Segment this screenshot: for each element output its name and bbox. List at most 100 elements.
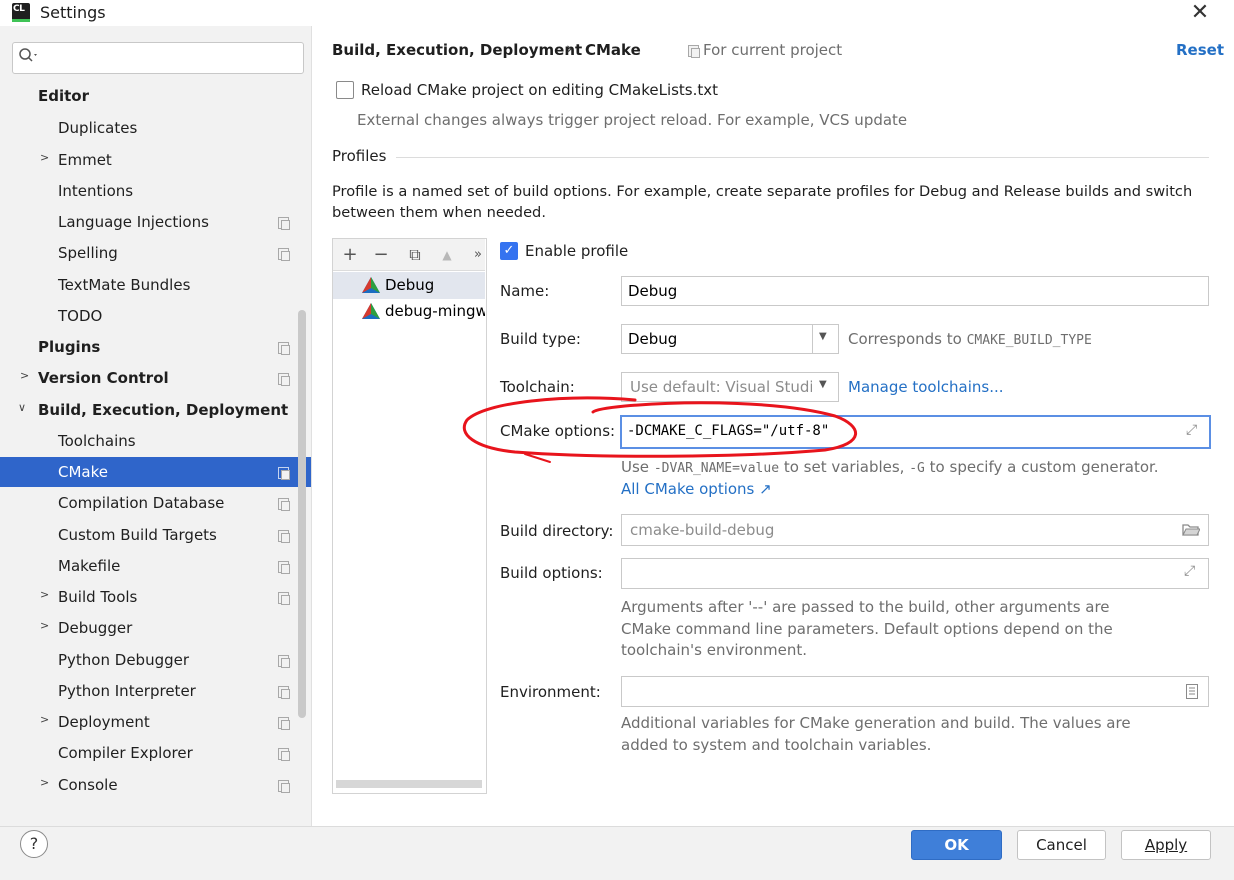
sidebar-item-plugins[interactable]: Plugins bbox=[38, 332, 100, 362]
build-type-label: Build type: bbox=[500, 330, 581, 348]
build-directory-value: cmake-build-debug bbox=[630, 521, 775, 539]
project-scope-icon bbox=[278, 592, 290, 605]
breadcrumb-parent[interactable]: Build, Execution, Deployment bbox=[332, 41, 582, 59]
build-type-hint: Corresponds to CMAKE_BUILD_TYPE bbox=[848, 330, 1092, 348]
dropdown-divider bbox=[812, 325, 813, 353]
sidebar-item-spelling[interactable]: Spelling bbox=[58, 238, 118, 268]
sidebar-item-python-debugger[interactable]: Python Debugger bbox=[58, 645, 189, 675]
move-up-icon: ▲ bbox=[442, 248, 452, 262]
all-cmake-options-link[interactable]: All CMake options ↗ bbox=[621, 480, 772, 498]
reload-cmake-checkbox[interactable] bbox=[336, 81, 354, 99]
profiles-description-line1: Profile is a named set of build options.… bbox=[332, 183, 1193, 200]
environment-field[interactable] bbox=[621, 676, 1209, 707]
more-actions-icon[interactable]: » bbox=[466, 243, 490, 267]
chevron-right-icon[interactable]: > bbox=[20, 369, 29, 382]
expand-icon[interactable]: ⤢ bbox=[1186, 422, 1197, 438]
project-scope-icon bbox=[278, 248, 290, 261]
project-scope-icon bbox=[278, 530, 290, 543]
sidebar-scrollbar[interactable] bbox=[298, 310, 306, 718]
copy-profile-icon[interactable]: ⧉ bbox=[403, 243, 427, 267]
profile-list-item[interactable]: Debug bbox=[333, 272, 485, 299]
build-type-value: Debug bbox=[628, 330, 678, 348]
chevron-down-icon[interactable]: ▼ bbox=[819, 379, 827, 390]
profiles-section-title: Profiles bbox=[332, 147, 387, 165]
project-scope-icon bbox=[278, 342, 290, 355]
project-scope-icon bbox=[278, 748, 290, 761]
sidebar-item-todo[interactable]: TODO bbox=[58, 301, 102, 331]
environment-label: Environment: bbox=[500, 683, 601, 701]
cmake-hint-code2: -G bbox=[909, 461, 925, 476]
profile-name: Debug bbox=[385, 276, 435, 294]
cmake-hint-end: to specify a custom generator. bbox=[929, 458, 1159, 476]
profiles-list-scrollbar[interactable] bbox=[336, 780, 482, 788]
chevron-right-icon[interactable]: > bbox=[40, 713, 49, 726]
sidebar-item-makefile[interactable]: Makefile bbox=[58, 551, 120, 581]
project-scope-icon bbox=[278, 498, 290, 511]
sidebar-item-editor[interactable]: Editor bbox=[38, 81, 89, 111]
build-type-select[interactable]: Debug ▼ bbox=[621, 324, 839, 354]
sidebar-item-build-execution-deployment[interactable]: Build, Execution, Deployment bbox=[38, 395, 288, 425]
breadcrumb-current: CMake bbox=[585, 41, 641, 59]
sidebar-item-compilation-database[interactable]: Compilation Database bbox=[58, 488, 224, 518]
cmake-icon bbox=[362, 277, 380, 293]
settings-search-input[interactable] bbox=[12, 42, 304, 74]
apply-button[interactable]: Apply bbox=[1121, 830, 1211, 860]
sidebar-item-console[interactable]: Console bbox=[58, 770, 118, 800]
sidebar-item-compiler-explorer[interactable]: Compiler Explorer bbox=[58, 738, 193, 768]
close-icon[interactable]: ✕ bbox=[1186, 0, 1214, 26]
sidebar-item-deployment[interactable]: Deployment bbox=[58, 707, 150, 737]
enable-profile-label[interactable]: Enable profile bbox=[525, 242, 628, 260]
profile-name-value: Debug bbox=[628, 282, 678, 300]
sidebar-item-debugger[interactable]: Debugger bbox=[58, 613, 132, 643]
chevron-down-icon[interactable]: ▼ bbox=[819, 331, 827, 342]
title-bar bbox=[0, 0, 1234, 26]
build-options-field[interactable]: ⤢ bbox=[621, 558, 1209, 589]
reset-link[interactable]: Reset bbox=[1176, 41, 1224, 59]
app-icon-text: CL bbox=[13, 4, 25, 14]
name-label: Name: bbox=[500, 282, 550, 300]
search-icon bbox=[18, 47, 40, 65]
sidebar-item-emmet[interactable]: Emmet bbox=[58, 145, 112, 175]
sidebar-item-intentions[interactable]: Intentions bbox=[58, 176, 133, 206]
project-scope-icon bbox=[278, 561, 290, 574]
profile-name-field[interactable]: Debug bbox=[621, 276, 1209, 306]
enable-profile-checkbox[interactable]: ✓ bbox=[500, 242, 518, 260]
add-profile-icon[interactable]: + bbox=[338, 243, 362, 267]
sidebar-item-duplicates[interactable]: Duplicates bbox=[58, 113, 137, 143]
remove-profile-icon[interactable]: − bbox=[369, 243, 393, 267]
settings-sidebar bbox=[0, 26, 312, 826]
breadcrumb-separator: › bbox=[566, 39, 573, 59]
sidebar-item-language-injections[interactable]: Language Injections bbox=[58, 207, 209, 237]
environment-hint-line2: added to system and toolchain variables. bbox=[621, 736, 932, 754]
sidebar-item-python-interpreter[interactable]: Python Interpreter bbox=[58, 676, 196, 706]
chevron-right-icon[interactable]: > bbox=[40, 151, 49, 164]
build-options-hint-line3: toolchain's environment. bbox=[621, 641, 808, 659]
sidebar-item-custom-build-targets[interactable]: Custom Build Targets bbox=[58, 520, 217, 550]
expand-icon[interactable]: ⤢ bbox=[1184, 563, 1195, 579]
chevron-right-icon[interactable]: > bbox=[40, 776, 49, 789]
project-scope-icon bbox=[278, 780, 290, 793]
project-scope-icon bbox=[278, 217, 290, 230]
sidebar-item-textmate-bundles[interactable]: TextMate Bundles bbox=[58, 270, 190, 300]
reload-hint: External changes always trigger project … bbox=[357, 111, 908, 129]
sidebar-item-toolchains[interactable]: Toolchains bbox=[58, 426, 136, 456]
reload-cmake-label[interactable]: Reload CMake project on editing CMakeLis… bbox=[361, 81, 718, 99]
build-options-label: Build options: bbox=[500, 564, 603, 582]
build-directory-field[interactable]: cmake-build-debug bbox=[621, 514, 1209, 546]
project-scope-icon bbox=[278, 686, 290, 699]
build-directory-label: Build directory: bbox=[500, 522, 614, 540]
chevron-down-icon[interactable]: ∨ bbox=[18, 401, 26, 414]
document-icon[interactable] bbox=[1186, 684, 1198, 699]
chevron-right-icon[interactable]: > bbox=[40, 588, 49, 601]
environment-hint-line1: Additional variables for CMake generatio… bbox=[621, 714, 1131, 732]
profile-list-item[interactable]: debug-mingw bbox=[333, 298, 485, 325]
ok-button[interactable]: OK bbox=[911, 830, 1002, 860]
folder-icon[interactable] bbox=[1182, 523, 1200, 537]
sidebar-item-build-tools[interactable]: Build Tools bbox=[58, 582, 137, 612]
project-scope-icon bbox=[278, 467, 290, 480]
sidebar-item-version-control[interactable]: Version Control bbox=[38, 363, 169, 393]
help-button[interactable]: ? bbox=[20, 830, 48, 858]
sidebar-item-cmake[interactable]: CMake bbox=[0, 457, 311, 487]
chevron-right-icon[interactable]: > bbox=[40, 619, 49, 632]
cancel-button[interactable]: Cancel bbox=[1017, 830, 1106, 860]
